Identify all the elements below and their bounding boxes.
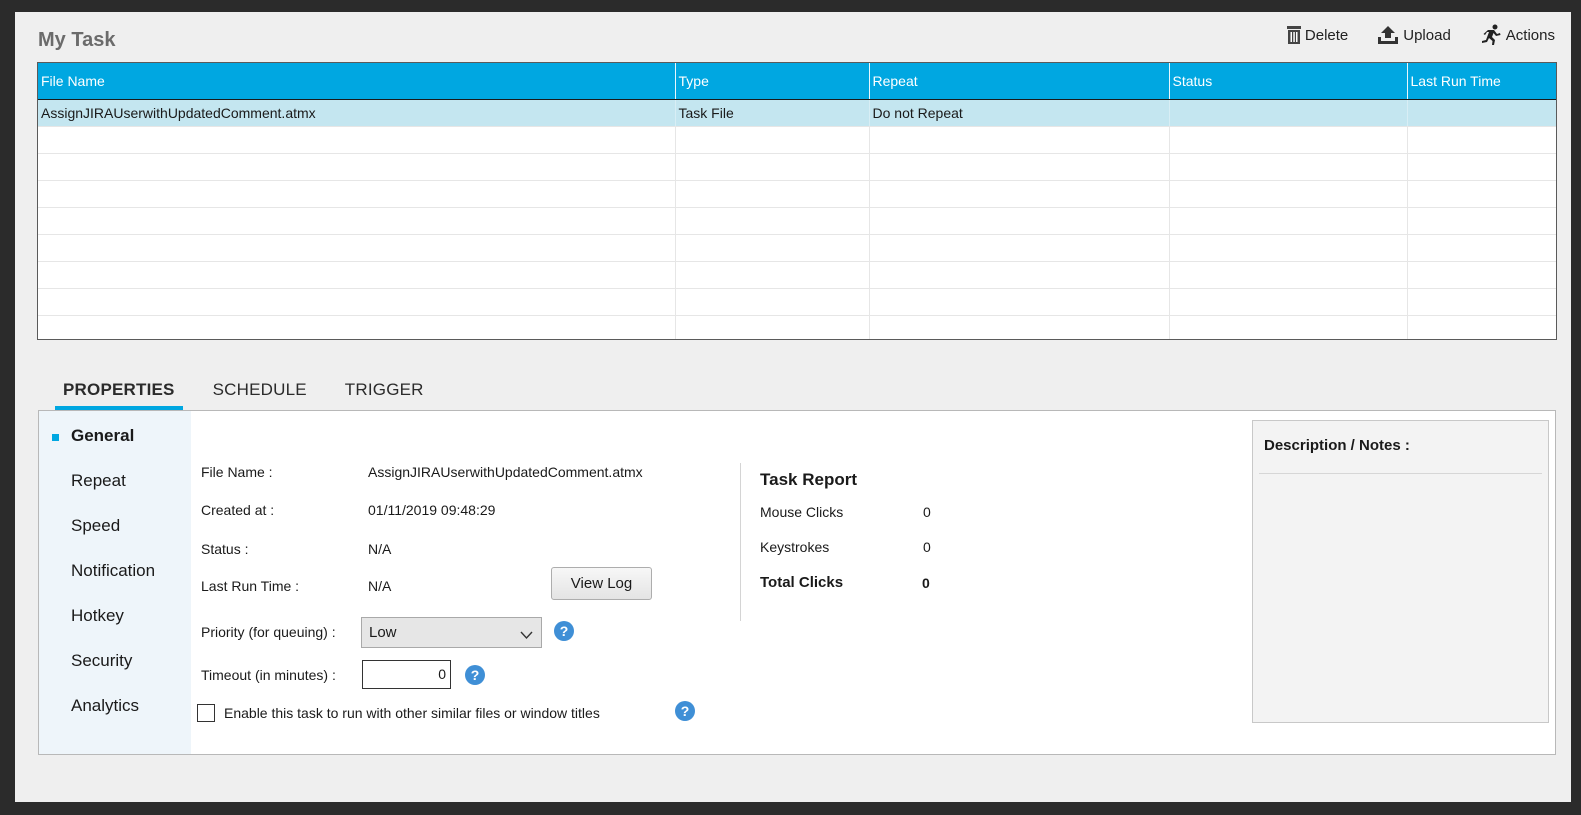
empty-table-row bbox=[38, 126, 1556, 154]
table-header-row: File Name Type Repeat Status Last Run Ti… bbox=[38, 63, 1556, 100]
column-header-file-name[interactable]: File Name bbox=[38, 63, 676, 100]
sidebar-item-hotkey[interactable]: Hotkey bbox=[71, 606, 124, 626]
empty-table-row bbox=[38, 234, 1556, 262]
upload-label: Upload bbox=[1403, 26, 1451, 44]
table-row[interactable]: AssignJIRAUserwithUpdatedComment.atmx Ta… bbox=[38, 99, 1556, 127]
trash-icon bbox=[1286, 25, 1302, 45]
tab-bar: PROPERTIES SCHEDULE TRIGGER bbox=[55, 380, 454, 411]
cell-repeat: Do not Repeat bbox=[869, 99, 1170, 127]
active-bullet-icon bbox=[52, 434, 59, 441]
sidebar-item-general[interactable]: General bbox=[71, 426, 134, 446]
empty-table-row bbox=[38, 153, 1556, 181]
sidebar-item-analytics[interactable]: Analytics bbox=[71, 696, 139, 716]
column-header-type[interactable]: Type bbox=[675, 63, 870, 100]
enable-similar-checkbox[interactable] bbox=[197, 704, 215, 722]
upload-icon bbox=[1376, 25, 1400, 45]
status-value: N/A bbox=[368, 541, 392, 557]
toolbar: Delete Upload Actions bbox=[1286, 24, 1555, 46]
task-table: File Name Type Repeat Status Last Run Ti… bbox=[37, 62, 1557, 340]
empty-table-row bbox=[38, 180, 1556, 208]
mouse-clicks-value: 0 bbox=[923, 504, 931, 520]
cell-last-run-time bbox=[1407, 99, 1556, 127]
delete-label: Delete bbox=[1304, 26, 1349, 44]
chevron-down-icon bbox=[520, 627, 533, 644]
properties-sidebar: General Repeat Speed Notification Hotkey… bbox=[39, 411, 191, 754]
properties-panel: General Repeat Speed Notification Hotkey… bbox=[38, 410, 1556, 755]
file-name-value: AssignJIRAUserwithUpdatedComment.atmx bbox=[368, 464, 643, 480]
cell-type: Task File bbox=[675, 99, 870, 127]
status-label: Status : bbox=[201, 541, 249, 557]
file-name-label: File Name : bbox=[201, 464, 273, 480]
priority-label: Priority (for queuing) : bbox=[201, 624, 336, 640]
sidebar-item-notification[interactable]: Notification bbox=[71, 561, 155, 581]
keystrokes-value: 0 bbox=[923, 539, 931, 555]
column-header-status[interactable]: Status bbox=[1169, 63, 1408, 100]
actions-label: Actions bbox=[1505, 26, 1555, 44]
total-clicks-label: Total Clicks bbox=[760, 574, 844, 591]
cell-status bbox=[1169, 99, 1408, 127]
priority-selected-value: Low bbox=[369, 624, 397, 641]
enable-similar-label: Enable this task to run with other simil… bbox=[224, 705, 600, 721]
total-clicks-value: 0 bbox=[922, 575, 930, 591]
task-report-title: Task Report bbox=[760, 470, 857, 489]
timeout-label: Timeout (in minutes) : bbox=[201, 667, 336, 683]
timeout-input[interactable]: 0 bbox=[362, 660, 451, 689]
empty-table-row bbox=[38, 207, 1556, 235]
created-at-label: Created at : bbox=[201, 502, 275, 518]
column-header-repeat[interactable]: Repeat bbox=[869, 63, 1170, 100]
column-header-last-run-time[interactable]: Last Run Time bbox=[1407, 63, 1556, 100]
cell-file-name: AssignJIRAUserwithUpdatedComment.atmx bbox=[38, 99, 676, 127]
empty-table-row bbox=[38, 288, 1556, 316]
page-title: My Task bbox=[38, 29, 116, 51]
priority-help-icon[interactable]: ? bbox=[554, 621, 574, 641]
sidebar-item-speed[interactable]: Speed bbox=[71, 516, 120, 536]
timeout-help-icon[interactable]: ? bbox=[465, 665, 485, 685]
created-at-value: 01/11/2019 09:48:29 bbox=[368, 502, 496, 518]
tab-properties[interactable]: PROPERTIES bbox=[55, 380, 183, 411]
empty-table-row bbox=[38, 315, 1556, 339]
tab-trigger[interactable]: TRIGGER bbox=[337, 380, 432, 411]
empty-table-row bbox=[38, 261, 1556, 289]
keystrokes-label: Keystrokes bbox=[760, 539, 830, 555]
description-notes-box[interactable]: Description / Notes : bbox=[1252, 420, 1549, 723]
view-log-button[interactable]: View Log bbox=[551, 567, 652, 600]
section-divider bbox=[740, 463, 741, 621]
sidebar-item-repeat[interactable]: Repeat bbox=[71, 471, 126, 491]
running-man-icon bbox=[1479, 24, 1503, 46]
last-run-time-label: Last Run Time : bbox=[201, 578, 300, 594]
priority-select[interactable]: Low bbox=[361, 617, 542, 648]
tab-schedule[interactable]: SCHEDULE bbox=[205, 380, 315, 411]
mouse-clicks-label: Mouse Clicks bbox=[760, 504, 844, 520]
actions-button[interactable]: Actions bbox=[1479, 24, 1555, 46]
delete-button[interactable]: Delete bbox=[1286, 24, 1348, 46]
enable-similar-help-icon[interactable]: ? bbox=[675, 701, 695, 721]
upload-button[interactable]: Upload bbox=[1376, 24, 1451, 46]
last-run-time-value: N/A bbox=[368, 578, 392, 594]
notes-divider bbox=[1259, 473, 1542, 474]
description-notes-title: Description / Notes : bbox=[1264, 437, 1410, 454]
task-window: My Task Delete Upload Actions File Name … bbox=[15, 12, 1571, 802]
sidebar-item-security[interactable]: Security bbox=[71, 651, 132, 671]
